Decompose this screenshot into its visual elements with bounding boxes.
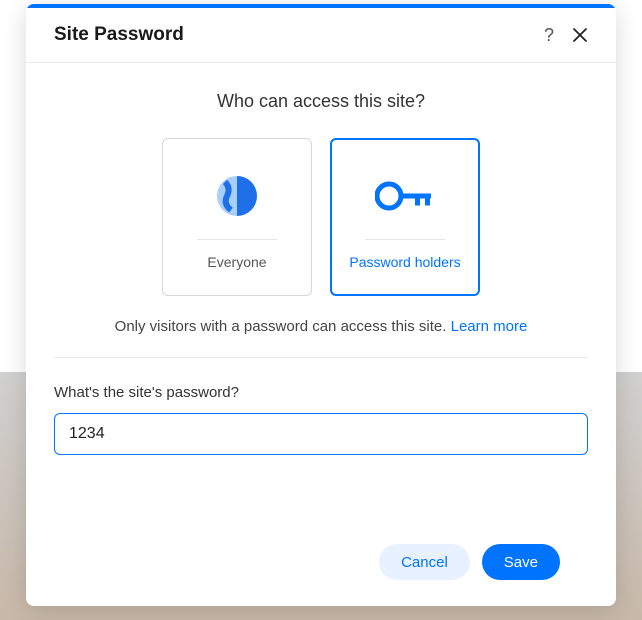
save-button[interactable]: Save xyxy=(482,544,560,580)
password-label: What's the site's password? xyxy=(54,384,588,401)
access-options: Everyone Password holders xyxy=(54,138,588,296)
header-actions: ? xyxy=(544,25,588,46)
cancel-button[interactable]: Cancel xyxy=(379,544,470,580)
option-divider xyxy=(365,239,445,240)
close-icon[interactable] xyxy=(572,27,588,43)
globe-icon xyxy=(173,165,301,227)
modal-title: Site Password xyxy=(54,24,184,46)
option-divider xyxy=(197,239,277,240)
modal-header: Site Password ? xyxy=(26,8,616,63)
option-everyone-label: Everyone xyxy=(207,254,266,270)
description-text: Only visitors with a password can access… xyxy=(115,318,451,335)
option-password-holders-label: Password holders xyxy=(349,254,460,270)
key-icon xyxy=(342,165,468,227)
divider xyxy=(54,357,588,358)
help-icon[interactable]: ? xyxy=(544,25,554,46)
learn-more-link[interactable]: Learn more xyxy=(451,318,528,335)
option-everyone[interactable]: Everyone xyxy=(162,138,312,296)
modal-footer: Cancel Save xyxy=(54,526,588,606)
option-password-holders[interactable]: Password holders xyxy=(330,138,480,296)
access-description: Only visitors with a password can access… xyxy=(54,318,588,335)
modal-body: Who can access this site? Everyone xyxy=(26,63,616,606)
access-question: Who can access this site? xyxy=(54,91,588,112)
password-input[interactable] xyxy=(54,413,588,455)
site-password-modal: Site Password ? Who can access this site… xyxy=(26,4,616,606)
